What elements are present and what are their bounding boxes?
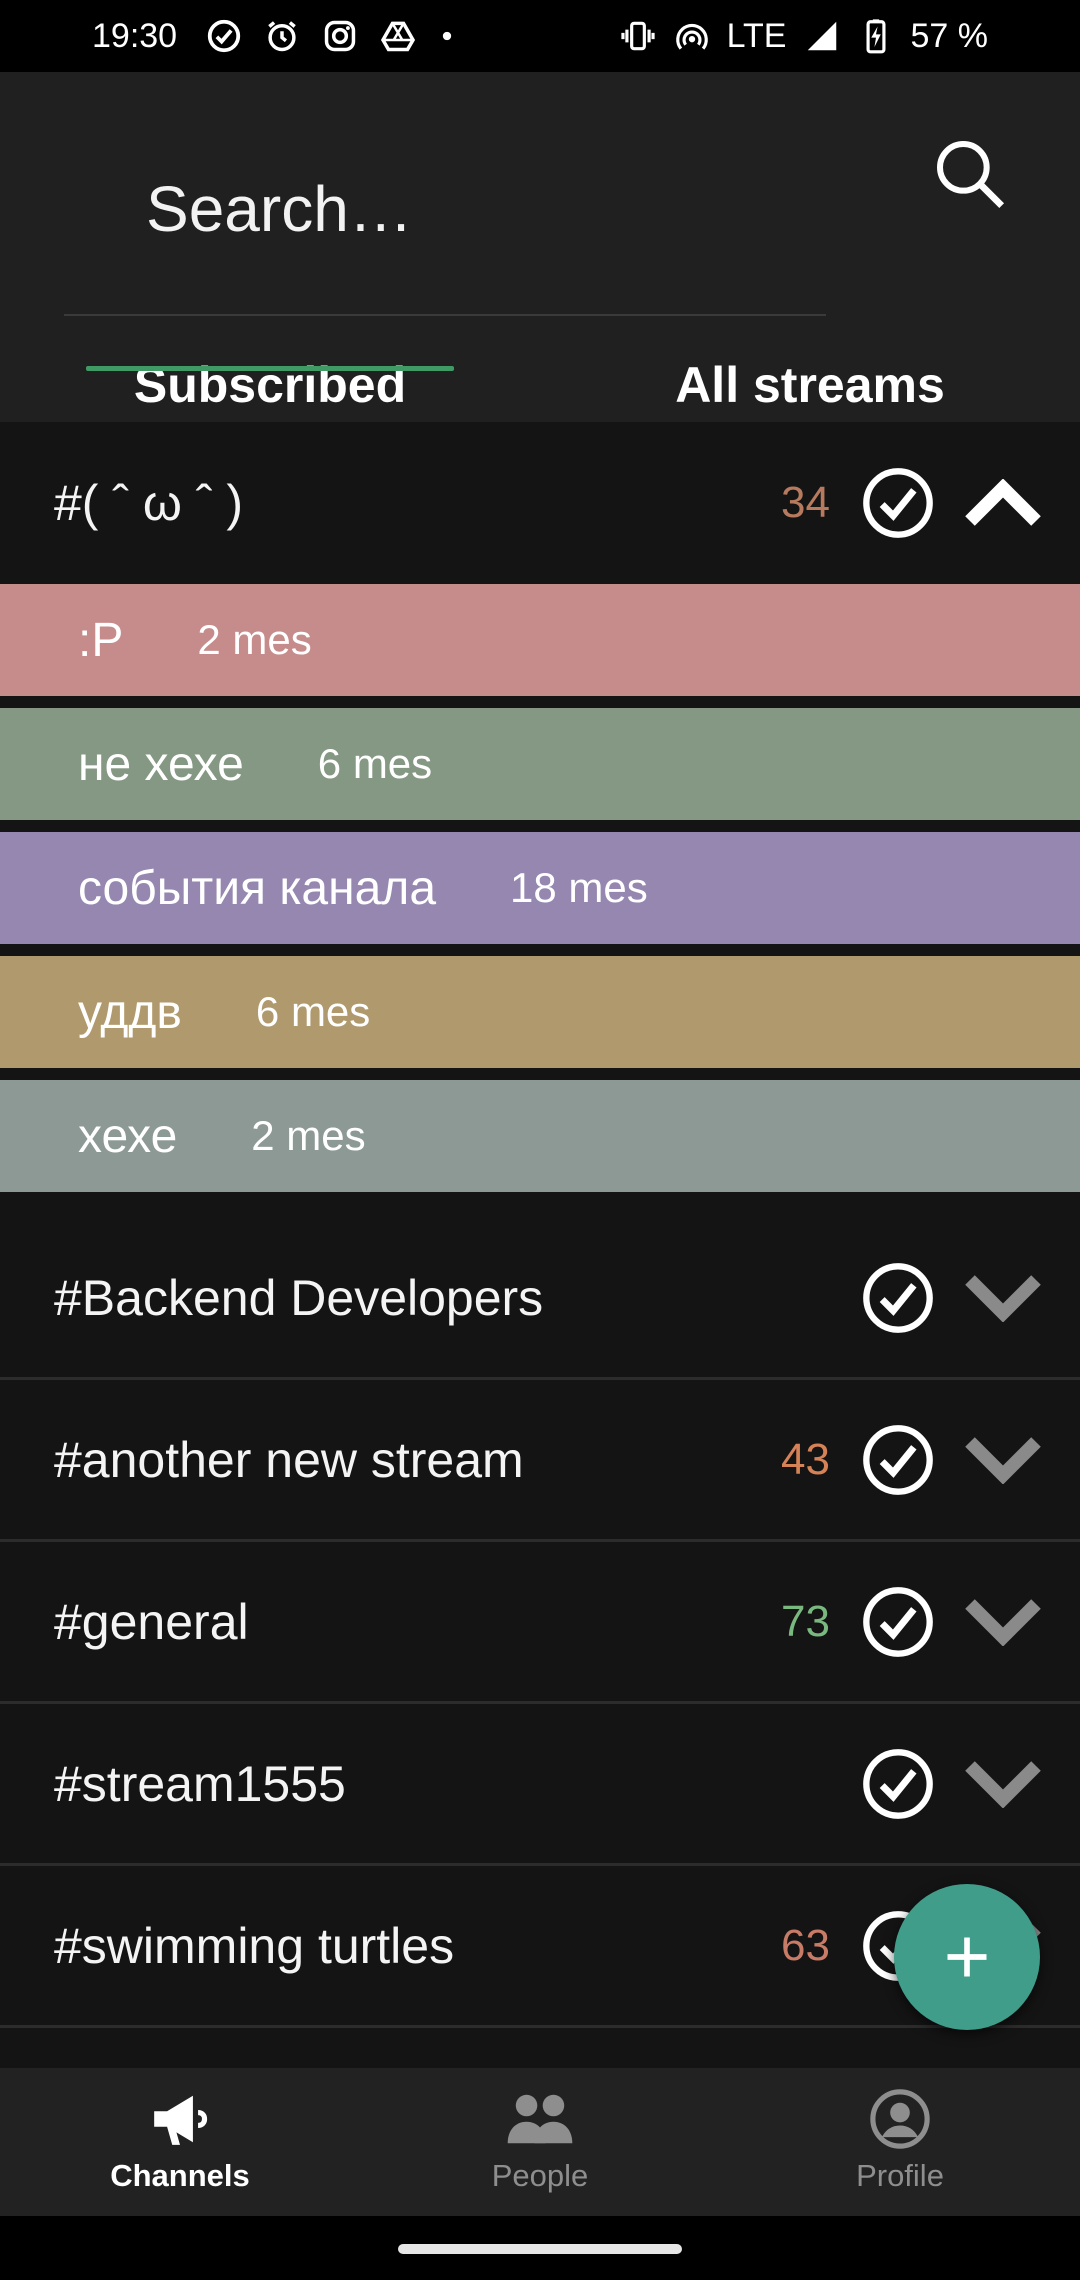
system-status: LTE 57 % <box>619 17 988 56</box>
subscribed-check-icon[interactable] <box>860 1746 936 1822</box>
notification-icons <box>205 17 457 55</box>
profile-icon <box>870 2089 930 2149</box>
vibrate-icon <box>621 21 655 51</box>
people-icon <box>507 2094 573 2144</box>
topic-row[interactable]: события канала 18 mes <box>0 832 1080 944</box>
battery-charging-icon <box>866 19 885 54</box>
hotspot-icon <box>675 23 708 50</box>
stream-row[interactable]: #general 73 <box>0 1542 1080 1704</box>
nav-label: Channels <box>110 2158 250 2193</box>
search-input[interactable]: Search… <box>64 112 826 316</box>
stream-name: #stream1555 <box>54 1755 346 1812</box>
nav-label: People <box>491 2158 589 2193</box>
tab-subscribed[interactable]: Subscribed <box>0 308 540 422</box>
stream-row[interactable]: #stream1555 <box>0 1704 1080 1866</box>
stream-tabs: Subscribed All streams <box>0 308 1080 422</box>
nav-channels[interactable]: Channels <box>0 2068 360 2216</box>
signal-icon <box>807 21 836 51</box>
subscribed-check-icon[interactable] <box>860 1260 936 1336</box>
topic-message-count: 18 mes <box>510 864 648 911</box>
tab-all-streams[interactable]: All streams <box>540 308 1080 422</box>
topic-message-count: 6 mes <box>317 740 433 787</box>
stream-name: #Backend Developers <box>54 1269 544 1326</box>
bottom-navigation: Channels People Profile <box>0 2068 1080 2216</box>
dot-icon <box>442 31 452 41</box>
topic-name: хехе <box>78 1109 178 1163</box>
topic-list: :P 2 mes не хехе 6 mes события канала 18 mes у… <box>0 584 1080 1192</box>
topic-name: уддв <box>78 985 182 1039</box>
nav-people[interactable]: People <box>360 2068 720 2216</box>
chevron-down-icon[interactable] <box>964 1436 1042 1484</box>
chevron-down-icon[interactable] <box>964 1598 1042 1646</box>
stream-list[interactable]: #( ˆ ω ˆ ) 34 :P 2 mes не хехе 6 mes события… <box>0 422 1080 2068</box>
search-icon[interactable] <box>930 134 1010 214</box>
topic-row[interactable]: не хехе 6 mes <box>0 708 1080 820</box>
unread-count: 34 <box>781 478 830 527</box>
stream-name: #general <box>54 1593 249 1650</box>
topic-name: не хехе <box>78 737 244 791</box>
subscribed-check-icon[interactable] <box>860 465 936 541</box>
status-bar: 19:30 LTE 57 % <box>0 0 1080 72</box>
chevron-up-icon[interactable] <box>964 479 1042 527</box>
drive-icon <box>381 21 416 52</box>
unread-count: 73 <box>781 1596 830 1646</box>
header: Search… Subscribed All streams <box>0 72 1080 422</box>
subscribed-check-icon[interactable] <box>860 1584 936 1660</box>
alarm-icon <box>268 21 296 52</box>
topic-message-count: 6 mes <box>255 988 371 1035</box>
chevron-down-icon[interactable] <box>964 1274 1042 1322</box>
stream-name: #( ˆ ω ˆ ) <box>54 475 244 531</box>
stream-row[interactable]: #( ˆ ω ˆ ) 34 <box>0 422 1080 584</box>
stream-row[interactable]: #another new stream 43 <box>0 1380 1080 1542</box>
stream-name: #another new stream <box>54 1431 524 1488</box>
unread-count: 43 <box>781 1434 830 1484</box>
stream-name: #swimming turtles <box>54 1917 455 1974</box>
instagram-icon <box>324 20 356 52</box>
stream-row[interactable]: #Backend Developers <box>0 1218 1080 1380</box>
topic-message-count: 2 mes <box>251 1112 366 1159</box>
topic-message-count: 2 mes <box>197 616 312 663</box>
status-time: 19:30 <box>92 16 178 55</box>
topic-name: события канала <box>78 861 437 915</box>
gesture-bar[interactable] <box>398 2244 682 2254</box>
chevron-down-icon[interactable] <box>964 1760 1042 1808</box>
check-circle-icon <box>207 19 241 53</box>
tab-indicator <box>86 366 454 371</box>
nav-profile[interactable]: Profile <box>720 2068 1080 2216</box>
megaphone-icon <box>154 2095 208 2145</box>
subscribed-check-icon[interactable] <box>860 1422 936 1498</box>
topic-row[interactable]: :P 2 mes <box>0 584 1080 696</box>
topic-row[interactable]: хехе 2 mes <box>0 1080 1080 1192</box>
search-placeholder: Search… <box>146 173 413 245</box>
battery-level: 57 % <box>910 16 989 55</box>
gesture-area <box>0 2216 1080 2280</box>
unread-count: 63 <box>781 1920 830 1970</box>
add-stream-button[interactable] <box>894 1884 1040 2030</box>
topic-row[interactable]: уддв 6 mes <box>0 956 1080 1068</box>
topic-name: :P <box>78 613 124 667</box>
nav-label: Profile <box>856 2158 944 2193</box>
network-type: LTE <box>726 16 787 55</box>
plus-icon <box>947 1937 987 1977</box>
